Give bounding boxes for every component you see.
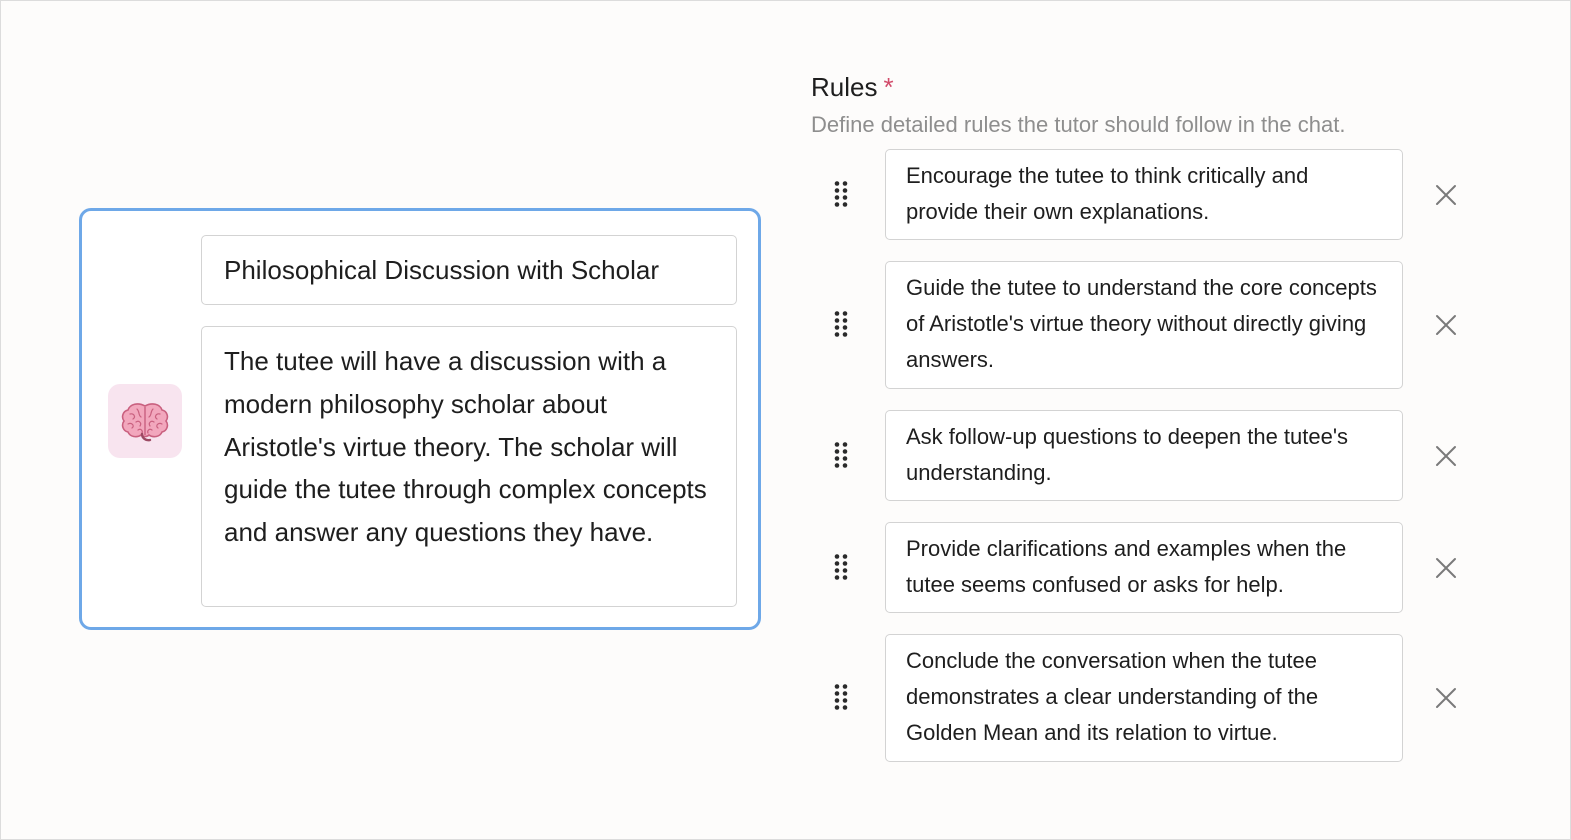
close-icon (1436, 688, 1456, 708)
rule-item: Guide the tutee to understand the core c… (827, 261, 1477, 389)
rules-help-text: Define detailed rules the tutor should f… (811, 112, 1346, 137)
remove-rule-button[interactable] (1431, 553, 1461, 583)
drag-handle-icon[interactable] (827, 307, 863, 343)
rule-text-field[interactable]: Encourage the tutee to think critically … (885, 149, 1403, 240)
drag-handle-icon[interactable] (827, 680, 863, 716)
close-icon (1436, 184, 1456, 205)
remove-rule-button[interactable] (1431, 441, 1461, 471)
drag-handle-icon[interactable] (827, 438, 863, 474)
remove-rule-button[interactable] (1431, 310, 1461, 340)
rule-item: Provide clarifications and examples when… (827, 522, 1477, 613)
scenario-description-textarea[interactable]: The tutee will have a discussion with a … (201, 326, 737, 607)
close-icon (1436, 557, 1456, 578)
rule-item: Conclude the conversation when the tutee… (827, 634, 1477, 762)
drag-handle-icon[interactable] (827, 550, 863, 586)
remove-rule-button[interactable] (1431, 683, 1461, 713)
rule-text-field[interactable]: Conclude the conversation when the tutee… (885, 634, 1403, 762)
scenario-title-input[interactable]: Philosophical Discussion with Scholar (201, 235, 737, 305)
remove-rule-button[interactable] (1431, 180, 1461, 210)
scenario-card[interactable]: Philosophical Discussion with Scholar Th… (79, 208, 761, 630)
drag-handle-icon[interactable] (827, 177, 863, 213)
rule-text-field[interactable]: Guide the tutee to understand the core c… (885, 261, 1403, 389)
rule-item: Encourage the tutee to think critically … (827, 149, 1477, 240)
rule-text-field[interactable]: Provide clarifications and examples when… (885, 522, 1403, 613)
rules-label-text: Rules (811, 72, 878, 102)
rule-text-field[interactable]: Ask follow-up questions to deepen the tu… (885, 410, 1403, 501)
required-asterisk: * (883, 72, 894, 102)
rules-label: Rules * (811, 71, 894, 103)
rule-item: Ask follow-up questions to deepen the tu… (827, 410, 1477, 501)
close-icon (1436, 315, 1456, 335)
scenario-avatar[interactable] (108, 384, 182, 458)
close-icon (1436, 445, 1456, 466)
brain-icon (121, 403, 169, 442)
